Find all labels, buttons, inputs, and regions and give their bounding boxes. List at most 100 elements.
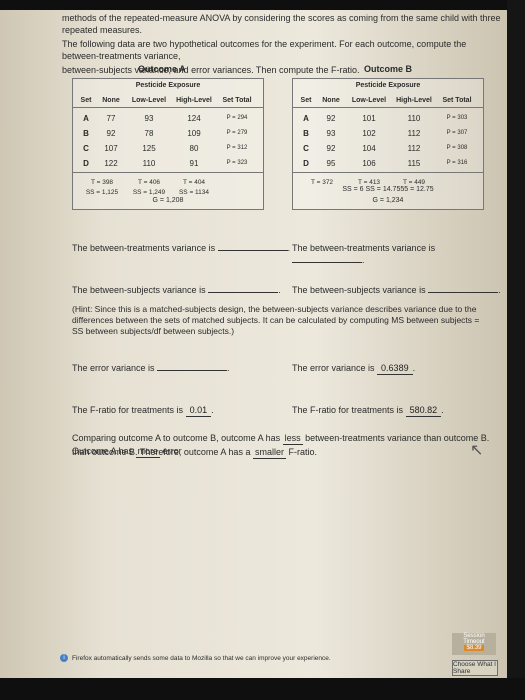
row-label: B <box>303 128 309 138</box>
table-row: C 92 104 112 P = 308 <box>297 141 479 155</box>
table-cell: P = 312 <box>226 145 248 151</box>
table-cell: P = 308 <box>446 145 468 151</box>
outcome-b-header-row: Set None Low-Level High-Level Set Total <box>297 93 479 107</box>
cursor-icon: ↖ <box>470 442 484 459</box>
question-label: The F-ratio for treatments is <box>72 405 184 415</box>
question-f-ratio-a: The F-ratio for treatments is 0.01. <box>72 404 214 417</box>
table-cell: 115 <box>407 158 421 168</box>
table-cell: 102 <box>362 128 376 138</box>
table-cell: 78 <box>144 128 154 138</box>
row-label: C <box>83 143 89 153</box>
intro-line-3: between-subjects variance, and error var… <box>62 65 360 75</box>
answer-field[interactable]: 0.6389 <box>377 362 413 375</box>
table-row: B 92 78 109 P = 279 <box>77 126 259 140</box>
hint-text: (Hint: Since this is a matched-subjects … <box>72 304 480 336</box>
table-row: C 107 125 80 P = 312 <box>77 141 259 155</box>
homework-page: methods of the repeated-measure ANOVA by… <box>62 12 502 652</box>
answer-field[interactable] <box>208 292 279 293</box>
table-cell: 80 <box>189 143 199 153</box>
table-cell: P = 303 <box>446 115 468 121</box>
col-set: Set <box>80 96 92 104</box>
outcome-a-grand-total: G = 1,208 <box>152 197 184 204</box>
total-value: T = 372 <box>310 178 334 186</box>
answer-field[interactable] <box>157 370 228 371</box>
info-icon: i <box>60 654 68 662</box>
comparison-text: Comparing outcome A to outcome B, outcom… <box>72 433 281 443</box>
table-cell: P = 323 <box>226 160 248 166</box>
col-high: High-Level <box>176 96 212 104</box>
table-cell: 101 <box>362 113 376 123</box>
outcome-a-exposure: Pesticide Exposure <box>135 82 201 89</box>
table-cell: 95 <box>326 158 336 168</box>
table-cell: 92 <box>326 143 336 153</box>
row-label: A <box>303 113 309 123</box>
question-f-ratio-b: The F-ratio for treatments is 580.82. <box>292 404 444 417</box>
table-cell: 112 <box>407 128 421 138</box>
question-label: The between-subjects variance is <box>292 285 426 295</box>
outcome-a-header-row: Set None Low-Level High-Level Set Total <box>77 93 259 107</box>
table-row: D 95 106 115 P = 316 <box>297 156 479 170</box>
comparison-text: F-ratio. <box>288 447 318 457</box>
divider <box>73 172 263 173</box>
table-cell: 106 <box>362 158 376 168</box>
outcome-b-grand-total: G = 1,234 <box>372 197 404 204</box>
table-cell: 125 <box>142 143 156 153</box>
comparison-text: than outcome B. Therefore, outcome A has… <box>72 447 251 457</box>
row-label: C <box>303 143 309 153</box>
row-label: B <box>83 128 89 138</box>
row-label: D <box>303 158 309 168</box>
table-cell: 112 <box>407 143 421 153</box>
col-high: High-Level <box>396 96 432 104</box>
question-between-treatments-b: The between-treatments variance is . <box>292 243 436 265</box>
table-cell: 91 <box>189 158 199 168</box>
col-set-total: Set Total <box>222 96 252 104</box>
table-cell: 93 <box>326 128 336 138</box>
monitor-bezel-right <box>507 0 525 700</box>
col-low: Low-Level <box>131 96 167 104</box>
outcome-b-title: Outcome B <box>364 64 413 74</box>
table-cell: 122 <box>104 158 118 168</box>
question-error-a: The error variance is . <box>72 363 230 373</box>
table-cell: 92 <box>326 113 336 123</box>
intro-line-1: methods of the repeated-measure ANOVA by… <box>62 13 501 35</box>
question-label: The error variance is <box>292 363 375 373</box>
col-low: Low-Level <box>351 96 387 104</box>
comparison-select-1[interactable]: less <box>282 432 303 445</box>
table-row: B 93 102 112 P = 307 <box>297 126 479 140</box>
question-label: The between-subjects variance is <box>72 285 206 295</box>
session-timeout-badge: Session Timeout $8.39 <box>452 633 496 655</box>
divider <box>293 107 483 108</box>
answer-field[interactable] <box>428 292 499 293</box>
row-label: A <box>83 113 89 123</box>
answer-field[interactable]: 580.82 <box>405 404 442 417</box>
intro-line-2: The following data are two hypothetical … <box>62 39 467 61</box>
notification-text: Firefox automatically sends some data to… <box>72 654 331 662</box>
divider <box>73 107 263 108</box>
question-between-treatments-a: The between-treatments variance is . <box>72 243 291 253</box>
table-cell: 92 <box>106 128 116 138</box>
question-label: The error variance is <box>72 363 155 373</box>
outcome-b-ss: SS = 6 SS = 14.7555 = 12.75 <box>342 186 434 193</box>
monitor-bezel-top <box>0 0 525 10</box>
choose-what-i-share-button[interactable]: Choose What I Share <box>452 660 498 676</box>
outcome-b-table: Pesticide Exposure Set None Low-Level Hi… <box>292 78 484 210</box>
answer-field[interactable] <box>292 262 362 263</box>
col-set: Set <box>300 96 312 104</box>
comparison-select-3[interactable]: smaller <box>252 446 286 459</box>
question-label: The between-treatments variance is <box>292 243 436 253</box>
col-set-total: Set Total <box>442 96 472 104</box>
ss-value: SS = 1134 <box>178 188 210 196</box>
total-value: T = 413 <box>357 178 381 186</box>
answer-field[interactable] <box>217 250 288 251</box>
answer-field[interactable]: 0.01 <box>185 404 212 417</box>
table-cell: P = 307 <box>446 130 468 136</box>
outcome-a-title: Outcome A <box>138 64 186 74</box>
comparison-line-2: than outcome B. Therefore, outcome A has… <box>72 446 502 459</box>
table-cell: P = 316 <box>446 160 468 166</box>
table-cell: 110 <box>142 158 156 168</box>
firefox-notification-bar: i Firefox automatically sends some data … <box>60 654 480 662</box>
table-cell: 110 <box>407 113 421 123</box>
row-label: D <box>83 158 89 168</box>
table-cell: 93 <box>144 113 154 123</box>
question-error-b: The error variance is 0.6389. <box>292 362 416 375</box>
